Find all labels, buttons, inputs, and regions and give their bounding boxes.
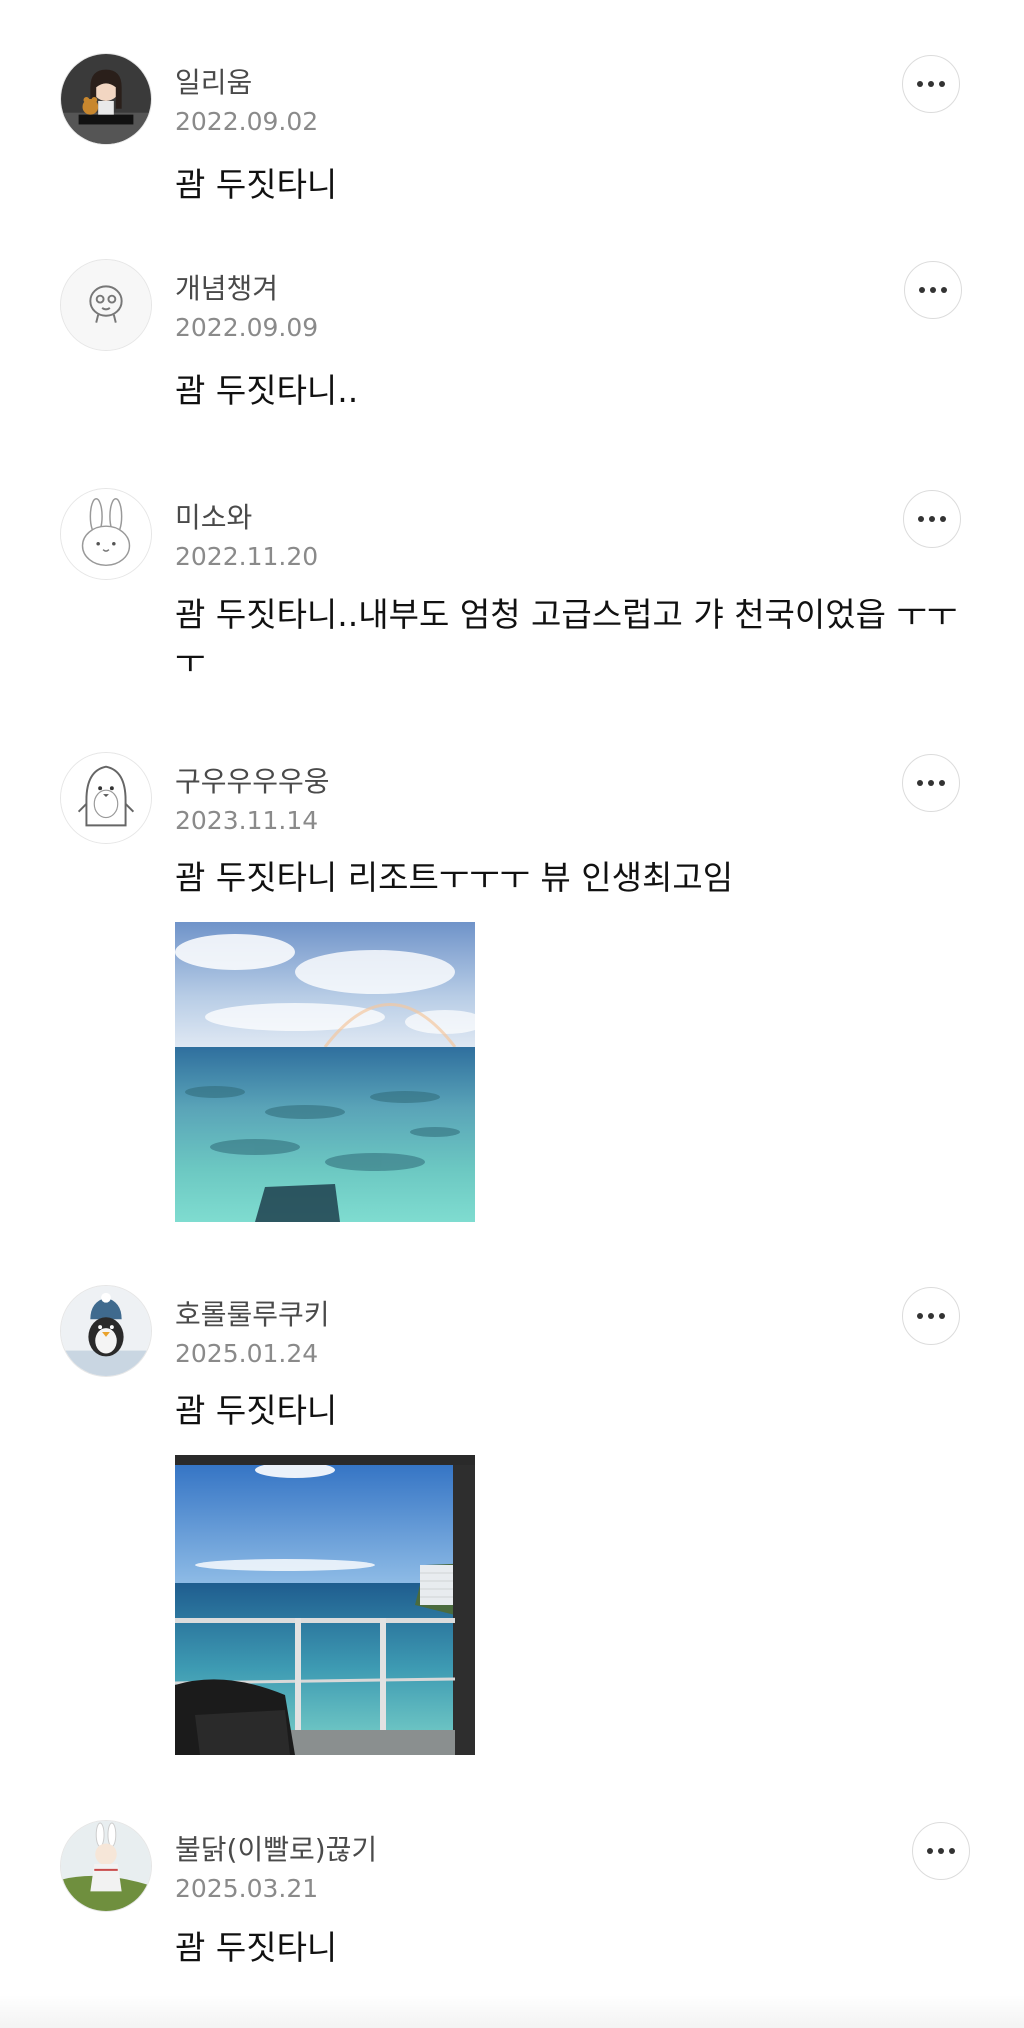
more-options-button[interactable] bbox=[903, 490, 961, 548]
comment-author[interactable]: 일리움 bbox=[175, 61, 252, 101]
more-dots-icon bbox=[917, 780, 923, 786]
more-options-button[interactable] bbox=[902, 55, 960, 113]
comment-item: 불닭(이빨로)끊기 2025.03.21 괌 두짓타니 bbox=[0, 1820, 1024, 1990]
comment-date: 2023.11.14 bbox=[175, 806, 319, 835]
comment-author[interactable]: 불닭(이빨로)끊기 bbox=[175, 1828, 377, 1868]
more-dots-icon bbox=[927, 1848, 933, 1854]
comment-author[interactable]: 미소와 bbox=[175, 496, 252, 536]
comment-text: 괌 두짓타니..내부도 엄청 고급스럽고 갸 천국이었읍 ㅜㅜㅜ bbox=[175, 595, 958, 681]
avatar[interactable] bbox=[60, 259, 152, 351]
comment-date: 2025.03.21 bbox=[175, 1874, 319, 1903]
comment-text: 괌 두짓타니 bbox=[175, 1391, 338, 1430]
balcony-ocean-photo[interactable] bbox=[175, 1455, 475, 1755]
more-dots-icon bbox=[919, 287, 925, 293]
penguin-plush-avatar-icon bbox=[61, 1286, 151, 1376]
more-options-button[interactable] bbox=[902, 1287, 960, 1345]
comment-item: 호롤룰루쿠키 2025.01.24 괌 두짓타니 bbox=[0, 1285, 1024, 1765]
bottom-fade bbox=[0, 1995, 1024, 2028]
avatar[interactable] bbox=[60, 752, 152, 844]
comment-date: 2022.09.09 bbox=[175, 313, 319, 342]
bunny-avatar-icon bbox=[61, 489, 151, 579]
comment-author[interactable]: 구우우우우웅 bbox=[175, 760, 330, 800]
comment-item: 일리움 2022.09.02 괌 두짓타니 bbox=[0, 53, 1024, 213]
girl-with-bear-avatar-icon bbox=[61, 54, 151, 144]
avatar[interactable] bbox=[60, 1820, 152, 1912]
comment-item: 개념챙겨 2022.09.09 괌 두짓타니.. bbox=[0, 259, 1024, 419]
comment-author[interactable]: 개념챙겨 bbox=[175, 267, 278, 307]
comment-text: 괌 두짓타니 bbox=[175, 1928, 338, 1967]
more-dots-icon bbox=[918, 516, 924, 522]
comment-text: 괌 두짓타니 bbox=[175, 165, 338, 204]
comment-date: 2022.09.02 bbox=[175, 107, 319, 136]
more-options-button[interactable] bbox=[904, 261, 962, 319]
comment-date: 2022.11.20 bbox=[175, 542, 319, 571]
comment-author[interactable]: 호롤룰루쿠키 bbox=[175, 1293, 330, 1333]
avatar[interactable] bbox=[60, 488, 152, 580]
comment-item: 구우우우우웅 2023.11.14 괌 두짓타니 리조트ㅜㅜㅜ 뷰 인생최고임 bbox=[0, 752, 1024, 1232]
more-dots-icon bbox=[917, 81, 923, 87]
cartoon-face-avatar-icon bbox=[61, 260, 151, 350]
penguin-avatar-icon bbox=[61, 753, 151, 843]
more-options-button[interactable] bbox=[902, 754, 960, 812]
more-options-button[interactable] bbox=[912, 1822, 970, 1880]
more-dots-icon bbox=[917, 1313, 923, 1319]
bunny-doll-avatar-icon bbox=[61, 1821, 151, 1911]
comment-text: 괌 두짓타니 리조트ㅜㅜㅜ 뷰 인생최고임 bbox=[175, 858, 734, 897]
ocean-rainbow-photo[interactable] bbox=[175, 922, 475, 1222]
comment-text: 괌 두짓타니.. bbox=[175, 371, 359, 410]
avatar[interactable] bbox=[60, 1285, 152, 1377]
comment-item: 미소와 2022.11.20 괌 두짓타니..내부도 엄청 고급스럽고 갸 천국… bbox=[0, 488, 1024, 698]
comment-date: 2025.01.24 bbox=[175, 1339, 319, 1368]
avatar[interactable] bbox=[60, 53, 152, 145]
